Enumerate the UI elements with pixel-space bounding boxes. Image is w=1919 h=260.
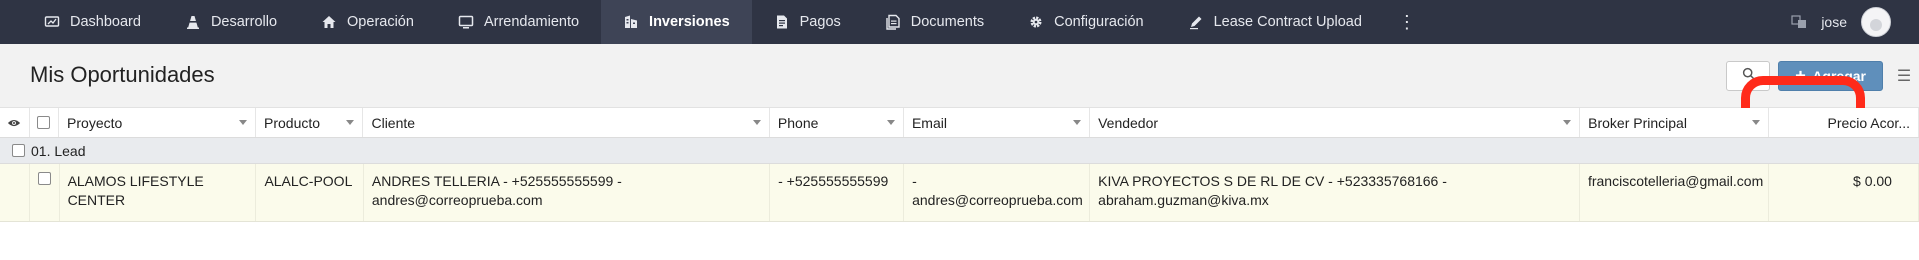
cell-broker: franciscotelleria@gmail.com xyxy=(1580,164,1769,221)
chevron-down-icon xyxy=(1073,120,1082,125)
opportunities-table: Proyecto Producto Cliente Phone Email Ve… xyxy=(0,108,1919,222)
nav-item-arrendamiento[interactable]: Arrendamiento xyxy=(436,0,601,44)
cell-email: - andres@correoprueba.com xyxy=(904,164,1091,221)
eye-icon xyxy=(7,115,21,131)
nav-item-label: Inversiones xyxy=(649,14,730,30)
column-header-email[interactable]: Email xyxy=(904,108,1091,137)
column-label: Email xyxy=(911,114,947,131)
avatar[interactable] xyxy=(1861,7,1891,37)
document-icon xyxy=(774,14,790,30)
row-spacer xyxy=(0,164,30,221)
chevron-down-icon xyxy=(752,120,761,125)
column-header-producto[interactable]: Producto xyxy=(256,108,364,137)
column-header-vendedor[interactable]: Vendedor xyxy=(1090,108,1581,137)
chevron-down-icon xyxy=(346,120,355,125)
header-actions: Agregar ☰ xyxy=(1726,59,1919,93)
nav-item-documents[interactable]: Documents xyxy=(863,0,1006,44)
cell-precio: $ 0.00 xyxy=(1769,164,1919,221)
table-row[interactable]: ALAMOS LIFESTYLE CENTER ALALC-POOL ANDRE… xyxy=(0,164,1919,222)
column-header-cliente[interactable]: Cliente xyxy=(363,108,770,137)
group-label: 01. Lead xyxy=(31,142,86,159)
nav-item-desarrollo[interactable]: Desarrollo xyxy=(163,0,299,44)
nav-item-configuracion[interactable]: Configuración xyxy=(1006,0,1165,44)
chevron-down-icon xyxy=(1563,120,1572,125)
nav-item-label: Documents xyxy=(910,14,985,30)
column-header-precio[interactable]: Precio Acor... xyxy=(1769,108,1919,137)
cell-proyecto: ALAMOS LIFESTYLE CENTER xyxy=(60,164,257,221)
gear-icon xyxy=(1028,14,1044,30)
user-name[interactable]: jose xyxy=(1821,14,1847,30)
top-navigation: Dashboard Desarrollo Operación Arrendami… xyxy=(0,0,1919,44)
visibility-column[interactable] xyxy=(0,108,30,137)
nav-item-label: Pagos xyxy=(799,14,841,30)
cell-phone: - +525555555599 xyxy=(770,164,905,221)
add-button-label: Agregar xyxy=(1812,68,1866,84)
column-header-broker-principal[interactable]: Broker Principal xyxy=(1580,108,1770,137)
dashboard-icon xyxy=(44,14,60,30)
menu-icon[interactable]: ☰ xyxy=(1889,61,1919,91)
nav-item-label: Operación xyxy=(347,14,414,30)
documents-icon xyxy=(885,14,901,30)
nav-item-label: Configuración xyxy=(1054,14,1144,30)
traffic-cone-icon xyxy=(185,14,201,30)
monitor-icon xyxy=(458,14,474,30)
search-button[interactable] xyxy=(1726,61,1771,91)
nav-item-label: Arrendamiento xyxy=(483,14,580,30)
group-row[interactable]: 01. Lead xyxy=(0,138,1919,164)
nav-item-pagos[interactable]: Pagos xyxy=(752,0,863,44)
column-header-proyecto[interactable]: Proyecto xyxy=(59,108,256,137)
plus-icon xyxy=(1795,68,1806,84)
row-checkbox-cell xyxy=(30,164,60,221)
user-area: jose xyxy=(1791,0,1891,44)
column-label: Proyecto xyxy=(67,114,123,131)
chevron-down-icon xyxy=(886,120,895,125)
column-label: Producto xyxy=(264,114,321,131)
column-label: Broker Principal xyxy=(1588,114,1687,131)
add-button[interactable]: Agregar xyxy=(1778,61,1883,91)
cell-cliente: ANDRES TELLERIA - +525555555599 - andres… xyxy=(364,164,771,221)
nav-item-inversiones[interactable]: Inversiones xyxy=(601,0,752,44)
column-label: Vendedor xyxy=(1098,114,1159,131)
page-title: Mis Oportunidades xyxy=(30,62,215,87)
nav-item-label: Dashboard xyxy=(70,14,141,30)
select-all-checkbox[interactable] xyxy=(37,116,51,129)
column-label: Phone xyxy=(777,114,819,131)
column-header-phone[interactable]: Phone xyxy=(770,108,904,137)
row-checkbox[interactable] xyxy=(37,172,51,185)
group-checkbox[interactable] xyxy=(12,144,25,157)
translate-icon[interactable] xyxy=(1791,14,1807,30)
cell-producto: ALALC-POOL xyxy=(256,164,364,221)
column-label: Cliente xyxy=(371,114,416,131)
more-vertical-icon[interactable]: ⋮ xyxy=(1384,0,1430,44)
nav-item-lease-contract-upload[interactable]: Lease Contract Upload xyxy=(1166,0,1384,44)
chevron-down-icon xyxy=(1752,120,1761,125)
building-icon xyxy=(623,14,639,30)
pen-icon xyxy=(1188,14,1204,30)
nav-item-label: Desarrollo xyxy=(210,14,278,30)
table-header: Proyecto Producto Cliente Phone Email Ve… xyxy=(0,108,1919,138)
nav-item-label: Lease Contract Upload xyxy=(1213,14,1362,30)
chevron-down-icon xyxy=(239,120,247,125)
page-header: Mis Oportunidades Agregar ☰ xyxy=(0,44,1919,156)
search-icon xyxy=(1742,67,1755,85)
cell-vendedor: KIVA PROYECTOS S DE RL DE CV - +52333576… xyxy=(1090,164,1580,221)
select-all-checkbox-cell xyxy=(30,108,60,137)
nav-item-dashboard[interactable]: Dashboard xyxy=(0,0,163,44)
nav-item-operacion[interactable]: Operación xyxy=(299,0,436,44)
home-icon xyxy=(321,14,337,30)
column-label: Precio Acor... xyxy=(1827,114,1910,131)
